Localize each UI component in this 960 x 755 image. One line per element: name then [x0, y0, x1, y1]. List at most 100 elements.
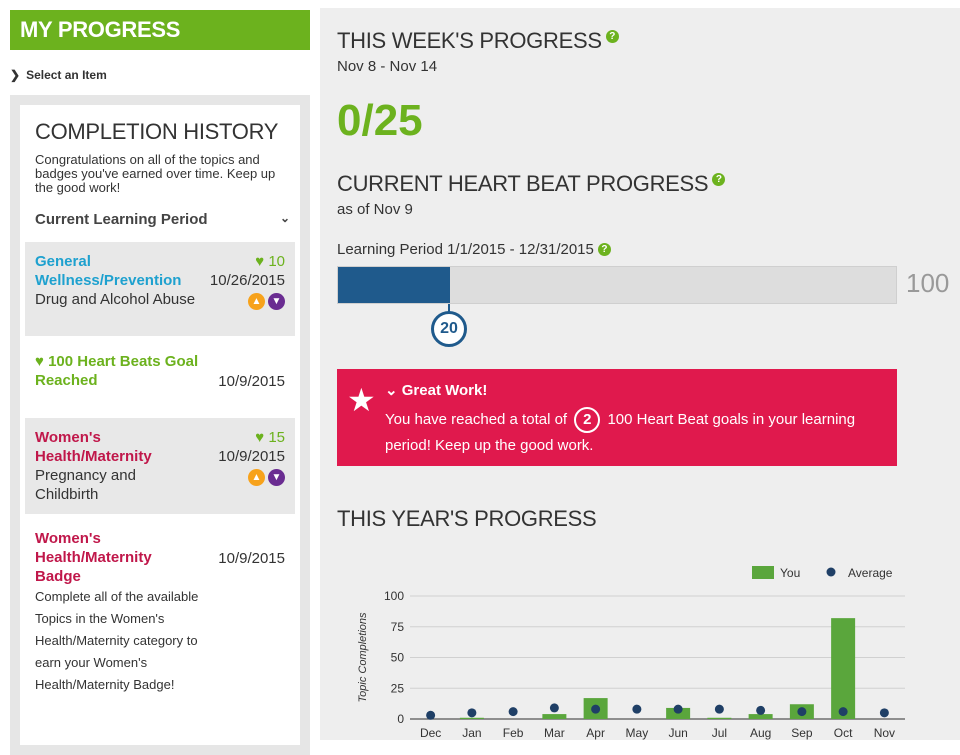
- legend-average-label: Average: [848, 566, 893, 580]
- left-panel: MY PROGRESS ❯ Select an Item COMPLETION H…: [0, 0, 320, 755]
- x-tick-label: Sep: [791, 726, 813, 740]
- alert-title[interactable]: ⌄ Great Work!: [385, 381, 487, 399]
- point-average: [591, 704, 601, 714]
- heart-icon: ♥: [35, 353, 44, 370]
- completion-history-description: Congratulations on all of the topics and…: [35, 152, 276, 195]
- heart-progress-bar: [337, 266, 897, 304]
- heart-icon: ♥: [255, 429, 265, 446]
- points: ♥ 15: [218, 428, 285, 447]
- select-item-label: Select an Item: [26, 68, 107, 82]
- history-item[interactable]: ♥ 100 Heart Beats Goal Reached 10/9/2015: [25, 342, 295, 418]
- learning-period-text: Learning Period 1/1/2015 - 12/31/2015: [337, 241, 594, 258]
- chevron-down-icon: ⌄: [385, 382, 398, 399]
- legend-you-swatch: [752, 566, 774, 579]
- y-axis-label: Topic Completions: [357, 612, 369, 703]
- history-item[interactable]: General Wellness/Prevention Drug and Alc…: [25, 242, 295, 336]
- bar-you: [707, 717, 732, 719]
- alert-title-text: Great Work!: [401, 382, 488, 399]
- x-tick-label: Oct: [834, 726, 853, 740]
- points-value: 15: [268, 429, 285, 446]
- year-chart: 0 25 50 75 100 Topic Completions Dec Jan Feb Mar A…: [357, 566, 905, 740]
- chevron-right-icon: ❯: [10, 68, 21, 82]
- week-title: THIS WEEK'S PROGRESS?: [337, 28, 619, 54]
- learning-period-dropdown[interactable]: Current Learning Period ⌄: [35, 211, 290, 228]
- point-average: [632, 704, 642, 714]
- x-tick-label: Feb: [503, 726, 524, 740]
- point-average: [756, 705, 766, 715]
- history-item-title: Women's Health/Maternity Badge: [35, 530, 152, 585]
- goal-count: 2: [574, 407, 601, 433]
- bar-you: [459, 717, 484, 719]
- x-tick-label: May: [626, 726, 649, 740]
- completion-history-panel: COMPLETION HISTORY Congratulations on al…: [20, 105, 300, 745]
- history-item-meta: 10/9/2015: [218, 549, 285, 568]
- thumbs-up-icon[interactable]: ▲: [248, 293, 265, 310]
- x-tick-label: Dec: [420, 726, 441, 740]
- history-item-date: 10/9/2015: [218, 373, 285, 390]
- history-item-title: General Wellness/Prevention: [35, 253, 182, 289]
- heart-progress-max: 100: [906, 268, 950, 298]
- great-work-alert: ★ ⌄ Great Work! You have reached a total…: [337, 369, 897, 466]
- thumbs-down-icon[interactable]: ▼: [268, 469, 285, 486]
- help-icon[interactable]: ?: [597, 243, 611, 256]
- history-item-title-text: 100 Heart Beats Goal Reached: [35, 353, 199, 389]
- x-tick-label: Nov: [874, 726, 895, 740]
- week-range: Nov 8 - Nov 14: [337, 58, 438, 75]
- vote-buttons: ▲ ▼: [210, 293, 285, 310]
- point-average: [426, 710, 436, 720]
- week-title-text: THIS WEEK'S PROGRESS: [337, 28, 602, 53]
- point-average: [879, 708, 889, 718]
- point-average: [797, 707, 807, 717]
- alert-pre: You have reached a total of: [385, 411, 568, 428]
- point-average: [467, 708, 477, 718]
- point-average: [838, 707, 848, 717]
- thumbs-up-icon[interactable]: ▲: [248, 469, 265, 486]
- y-tick-label: 100: [384, 589, 404, 603]
- bar-you: [542, 714, 567, 719]
- legend-you-label: You: [780, 566, 800, 580]
- x-tick-label: Apr: [586, 726, 605, 740]
- x-tick-label: Jun: [668, 726, 687, 740]
- y-tick-label: 0: [397, 712, 404, 726]
- vote-buttons: ▲ ▼: [218, 469, 285, 486]
- thumbs-down-icon[interactable]: ▼: [268, 293, 285, 310]
- history-item[interactable]: Women's Health/Maternity Pregnancy and C…: [25, 418, 295, 514]
- point-average: [508, 707, 518, 717]
- history-item-title: ♥ 100 Heart Beats Goal Reached: [35, 352, 200, 390]
- bar-you: [831, 618, 856, 719]
- history-item-date: 10/9/2015: [218, 550, 285, 567]
- completion-history-title: COMPLETION HISTORY: [35, 119, 279, 144]
- heart-as-of: as of Nov 9: [337, 201, 413, 218]
- chevron-down-icon: ⌄: [279, 211, 290, 225]
- heart-title: CURRENT HEART BEAT PROGRESS?: [337, 171, 726, 197]
- y-tick-label: 75: [391, 620, 405, 634]
- learning-period-label: Current Learning Period: [35, 211, 208, 228]
- legend-average-marker: [826, 567, 836, 577]
- history-item-date: 10/26/2015: [209, 272, 285, 289]
- point-average: [714, 704, 724, 714]
- history-item-subtitle: Drug and Alcohol Abuse: [35, 291, 196, 308]
- y-tick-label: 50: [391, 651, 405, 665]
- week-score: 0/25: [337, 96, 423, 145]
- select-item-link[interactable]: ❯ Select an Item: [10, 68, 107, 82]
- heart-progress-fill: [338, 267, 450, 303]
- help-icon[interactable]: ?: [712, 173, 726, 186]
- learning-period: Learning Period 1/1/2015 - 12/31/2015?: [337, 241, 611, 258]
- alert-message: You have reached a total of 2 100 Heart …: [385, 407, 885, 458]
- year-title: THIS YEAR'S PROGRESS: [337, 506, 597, 531]
- star-icon: ★: [347, 382, 376, 418]
- my-progress-header: MY PROGRESS: [10, 10, 310, 50]
- history-item-meta: 10/9/2015: [218, 372, 285, 391]
- history-item-title: Women's Health/Maternity: [35, 429, 152, 465]
- points-value: 10: [268, 253, 285, 270]
- progress-marker: 20: [431, 311, 467, 347]
- history-item-meta: ♥ 15 10/9/2015 ▲ ▼: [218, 428, 285, 486]
- history-item-subtitle: Complete all of the available Topics in …: [35, 589, 199, 692]
- help-icon[interactable]: ?: [605, 30, 619, 43]
- x-tick-label: Aug: [750, 726, 771, 740]
- heart-title-text: CURRENT HEART BEAT PROGRESS: [337, 171, 709, 196]
- point-average: [549, 703, 559, 713]
- x-tick-label: Jul: [712, 726, 727, 740]
- history-item[interactable]: Women's Health/Maternity Badge Complete …: [25, 519, 295, 745]
- x-tick-label: Mar: [544, 726, 565, 740]
